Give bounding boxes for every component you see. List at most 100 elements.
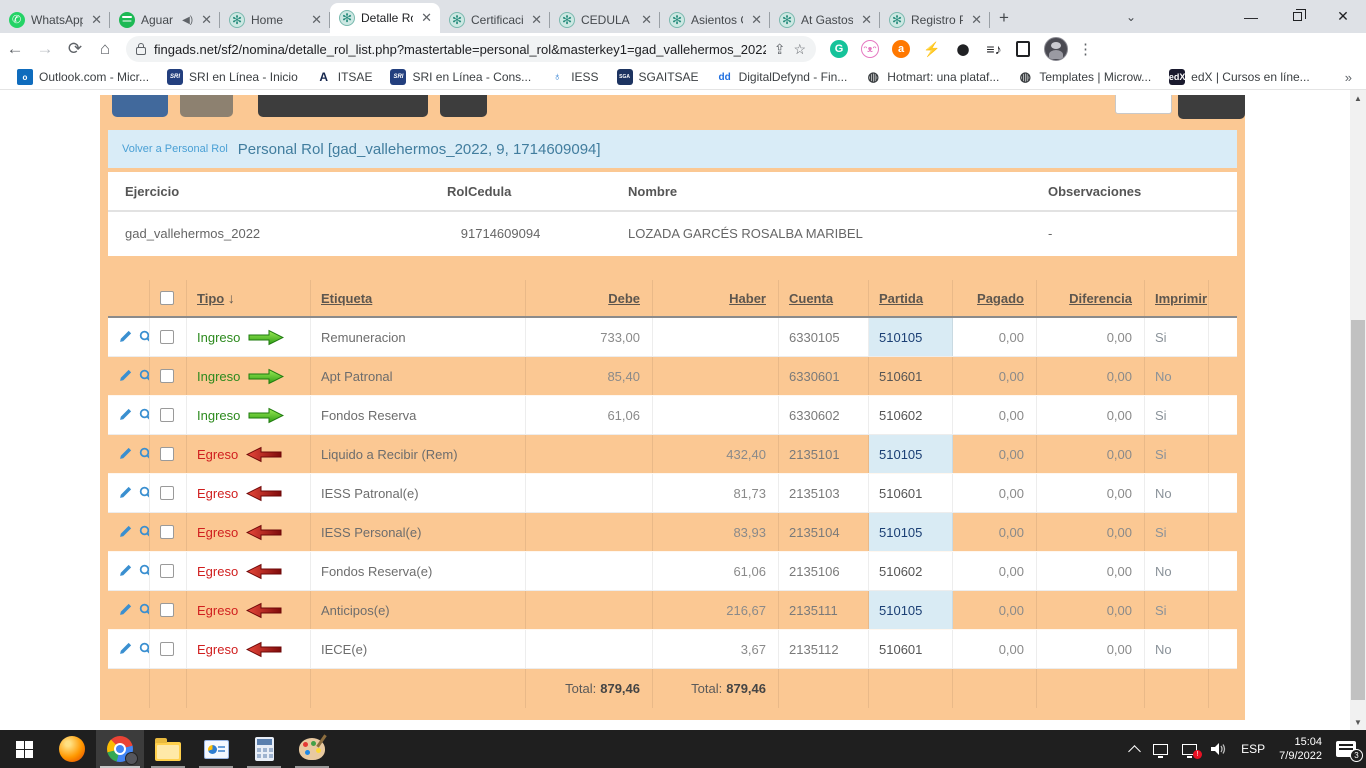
window-minimize-button[interactable]: — bbox=[1228, 0, 1274, 33]
sort-diferencia-link[interactable]: Diferencia bbox=[1069, 291, 1132, 306]
partida-link[interactable]: 510105 bbox=[879, 447, 922, 462]
scrollbar-thumb[interactable] bbox=[1351, 320, 1365, 700]
tab-audio-icon[interactable]: ◀) bbox=[182, 15, 193, 26]
language-indicator[interactable]: ESP bbox=[1241, 742, 1265, 756]
row-checkbox[interactable] bbox=[160, 486, 174, 500]
taskbar-file-explorer[interactable] bbox=[144, 730, 192, 768]
view-button[interactable] bbox=[139, 564, 150, 578]
edit-button[interactable] bbox=[118, 564, 132, 578]
lock-icon[interactable] bbox=[136, 47, 146, 55]
tab-close-icon[interactable]: ✕ bbox=[529, 12, 544, 28]
taskbar-paint[interactable] bbox=[288, 730, 336, 768]
tab-close-icon[interactable]: ✕ bbox=[639, 12, 654, 28]
toolbar-button-tan[interactable] bbox=[180, 95, 233, 117]
start-button[interactable] bbox=[0, 730, 48, 768]
back-to-personal-rol-link[interactable]: Volver a Personal Rol bbox=[122, 143, 228, 155]
view-button[interactable] bbox=[139, 369, 150, 383]
view-button[interactable] bbox=[139, 447, 150, 461]
row-checkbox[interactable] bbox=[160, 408, 174, 422]
toolbar-button-dark-wide[interactable] bbox=[258, 95, 428, 117]
row-checkbox[interactable] bbox=[160, 564, 174, 578]
select-all-checkbox[interactable] bbox=[160, 291, 174, 305]
queue-extension-icon[interactable]: ≡♪ bbox=[985, 40, 1003, 58]
volume-icon[interactable] bbox=[1211, 742, 1227, 756]
toolbar-button-blue[interactable] bbox=[112, 95, 168, 117]
reload-button[interactable]: ⟳ bbox=[60, 35, 90, 63]
bookmark-item[interactable]: AITSAE bbox=[307, 66, 382, 88]
scrollbar-up-arrow[interactable]: ▲ bbox=[1350, 90, 1366, 106]
paw-extension-icon[interactable] bbox=[954, 40, 972, 58]
share-icon[interactable]: ⇪ bbox=[774, 41, 786, 58]
sort-etiqueta-link[interactable]: Etiqueta bbox=[321, 291, 372, 306]
partida-link[interactable]: 510602 bbox=[879, 408, 922, 423]
edit-button[interactable] bbox=[118, 408, 132, 422]
bookmarks-overflow-chevron[interactable]: » bbox=[1345, 70, 1352, 85]
view-button[interactable] bbox=[139, 330, 150, 344]
tray-expand-chevron-icon[interactable] bbox=[1128, 745, 1141, 758]
partida-link[interactable]: 510601 bbox=[879, 486, 922, 501]
tab-close-icon[interactable]: ✕ bbox=[89, 12, 104, 28]
browser-tab-registro-pa[interactable]: Registro Pa✕ bbox=[880, 7, 990, 33]
edit-button[interactable] bbox=[118, 486, 132, 500]
bookmark-item[interactable]: SRISRI en Línea - Inicio bbox=[158, 66, 307, 88]
view-button[interactable] bbox=[139, 642, 150, 656]
taskbar-firefox[interactable] bbox=[48, 730, 96, 768]
tab-close-icon[interactable]: ✕ bbox=[309, 12, 324, 28]
row-checkbox[interactable] bbox=[160, 603, 174, 617]
view-button[interactable] bbox=[139, 486, 150, 500]
new-tab-button[interactable]: + bbox=[990, 4, 1018, 32]
home-button[interactable]: ⌂ bbox=[90, 35, 120, 63]
sort-pagado-link[interactable]: Pagado bbox=[977, 291, 1024, 306]
view-button[interactable] bbox=[139, 603, 150, 617]
partida-link[interactable]: 510602 bbox=[879, 564, 922, 579]
taskbar-chrome[interactable] bbox=[96, 730, 144, 768]
bookmark-item[interactable]: oOutlook.com - Micr... bbox=[8, 66, 158, 88]
partida-link[interactable]: 510601 bbox=[879, 642, 922, 657]
bolt-extension-icon[interactable] bbox=[923, 40, 941, 58]
tab-close-icon[interactable]: ✕ bbox=[859, 12, 874, 28]
tab-close-icon[interactable]: ✕ bbox=[199, 12, 214, 28]
browser-menu-kebab-icon[interactable]: ⋮ bbox=[1078, 40, 1093, 58]
page-scrollbar[interactable]: ▲ ▼ bbox=[1350, 90, 1366, 730]
sort-cuenta-link[interactable]: Cuenta bbox=[789, 291, 833, 306]
row-checkbox[interactable] bbox=[160, 369, 174, 383]
bookmark-item[interactable]: SGASGAITSAE bbox=[608, 66, 708, 88]
tab-close-icon[interactable]: ✕ bbox=[419, 10, 434, 26]
edit-button[interactable] bbox=[118, 642, 132, 656]
grammarly-extension-icon[interactable]: G bbox=[830, 40, 848, 58]
sort-haber-link[interactable]: Haber bbox=[729, 291, 766, 306]
toolbar-button-dark-small[interactable] bbox=[440, 95, 487, 117]
tab-search-chevron-icon[interactable]: ⌄ bbox=[1116, 0, 1146, 33]
taskbar-report-app[interactable] bbox=[192, 730, 240, 768]
bookmark-item[interactable]: ♁IESS bbox=[540, 66, 607, 88]
bookmark-star-icon[interactable]: ☆ bbox=[793, 41, 806, 58]
row-checkbox[interactable] bbox=[160, 525, 174, 539]
browser-tab-aguar[interactable]: Aguar◀)✕ bbox=[110, 7, 220, 33]
view-button[interactable] bbox=[139, 408, 150, 422]
edit-button[interactable] bbox=[118, 525, 132, 539]
browser-tab-detalle-rol[interactable]: Detalle Rol✕ bbox=[330, 3, 440, 33]
partida-link[interactable]: 510105 bbox=[879, 603, 922, 618]
profile-avatar[interactable] bbox=[1044, 37, 1068, 61]
taskbar-calculator[interactable] bbox=[240, 730, 288, 768]
edit-button[interactable] bbox=[118, 603, 132, 617]
reader-extension-icon[interactable] bbox=[1016, 41, 1030, 57]
bookmark-item[interactable]: ◍Hotmart: una plataf... bbox=[856, 66, 1008, 88]
forward-button[interactable]: → bbox=[30, 35, 60, 63]
row-checkbox[interactable] bbox=[160, 330, 174, 344]
browser-tab-home[interactable]: Home✕ bbox=[220, 7, 330, 33]
avast-extension-icon[interactable]: a bbox=[892, 40, 910, 58]
row-checkbox[interactable] bbox=[160, 447, 174, 461]
address-bar[interactable]: fingads.net/sf2/nomina/detalle_rol_list.… bbox=[126, 36, 816, 62]
url-text[interactable]: fingads.net/sf2/nomina/detalle_rol_list.… bbox=[154, 42, 766, 57]
bookmark-item[interactable]: ◍Templates | Microw... bbox=[1008, 66, 1160, 88]
alert-icon[interactable]: ! bbox=[1182, 744, 1197, 755]
tab-close-icon[interactable]: ✕ bbox=[749, 12, 764, 28]
row-checkbox[interactable] bbox=[160, 642, 174, 656]
edit-button[interactable] bbox=[118, 447, 132, 461]
browser-tab-cedula-p[interactable]: CEDULA P✕ bbox=[550, 7, 660, 33]
sort-partida-link[interactable]: Partida bbox=[879, 291, 923, 306]
browser-tab-whatsapp[interactable]: WhatsApp✕ bbox=[0, 7, 110, 33]
partida-link[interactable]: 510601 bbox=[879, 369, 922, 384]
tab-close-icon[interactable]: ✕ bbox=[969, 12, 984, 28]
